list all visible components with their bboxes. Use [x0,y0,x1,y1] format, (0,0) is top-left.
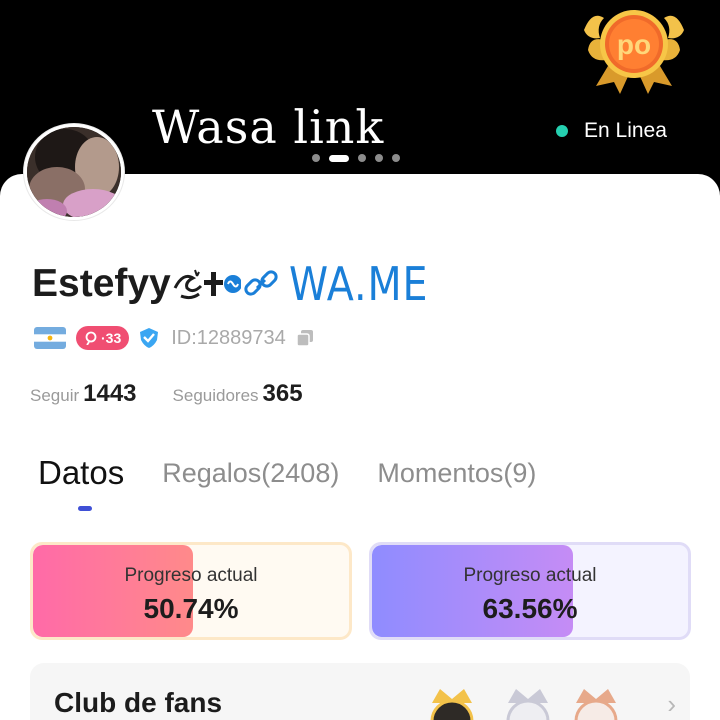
follow-stats: Seguir 1443 Seguidores 365 [30,380,303,408]
following-label[interactable]: Seguir [30,386,79,406]
carousel-dot-active[interactable] [329,154,349,162]
badge-row: · 33 ID:12889734 [34,326,314,350]
wa-link[interactable]: WA.ME [289,257,428,311]
progress-value-1: 50.74% [143,593,239,624]
verified-shield-icon [140,328,159,348]
following-count[interactable]: 1443 [83,380,136,408]
fans-club-card[interactable]: Club de fans › [30,663,690,720]
carousel-dot[interactable] [392,154,400,162]
progress-card-2[interactable]: Progreso actual 63.56% [369,542,691,640]
tab-indicator [78,506,92,511]
banner-title: Wasa link [152,100,385,154]
gold-medal-icon[interactable]: po [578,0,690,98]
progress-card-1[interactable]: Progreso actual 50.74% [30,542,352,640]
progress-label-1: Progreso actual [124,565,258,586]
progress-value-2: 63.56% [482,593,578,624]
tab-datos[interactable]: Datos [38,454,124,492]
gold-crown-avatar-icon [430,689,474,720]
carousel-dot[interactable] [358,154,366,162]
followers-label[interactable]: Seguidores [173,386,259,406]
progress-label-2: Progreso actual [463,565,597,586]
bronze-crown-avatar-icon [574,689,618,720]
online-dot-icon [556,125,568,137]
profile-tabs: Datos Regalos(2408) Momentos(9) [38,454,574,492]
fans-club-title: Club de fans [54,687,223,718]
name-row: Estefyy WA.ME [32,256,451,312]
copy-icon[interactable] [296,329,314,347]
online-status-text: En Linea [584,119,667,142]
silver-crown-avatar-icon [506,689,550,720]
swirl-symbols-icon [173,269,241,300]
level-badge: · 33 [76,326,130,350]
carousel-dot[interactable] [375,154,383,162]
online-status: En Linea [556,119,667,143]
user-id: ID:12889734 [171,326,286,349]
chevron-right-icon[interactable]: › [667,689,676,720]
profile-name: Estefyy [32,262,171,305]
link-chain-icon [244,270,278,296]
carousel-dot[interactable] [312,154,320,162]
tab-momentos[interactable]: Momentos(9) [377,458,536,489]
carousel-dots[interactable] [312,154,409,162]
avatar[interactable] [24,124,124,220]
followers-count[interactable]: 365 [263,380,303,408]
argentina-flag-icon [34,327,66,349]
name-decoration [173,264,281,304]
level-heart-icon [85,331,97,345]
medal-text: po [617,29,651,60]
level-badge-value: 33 [105,330,122,346]
tab-regalos[interactable]: Regalos(2408) [162,458,339,489]
